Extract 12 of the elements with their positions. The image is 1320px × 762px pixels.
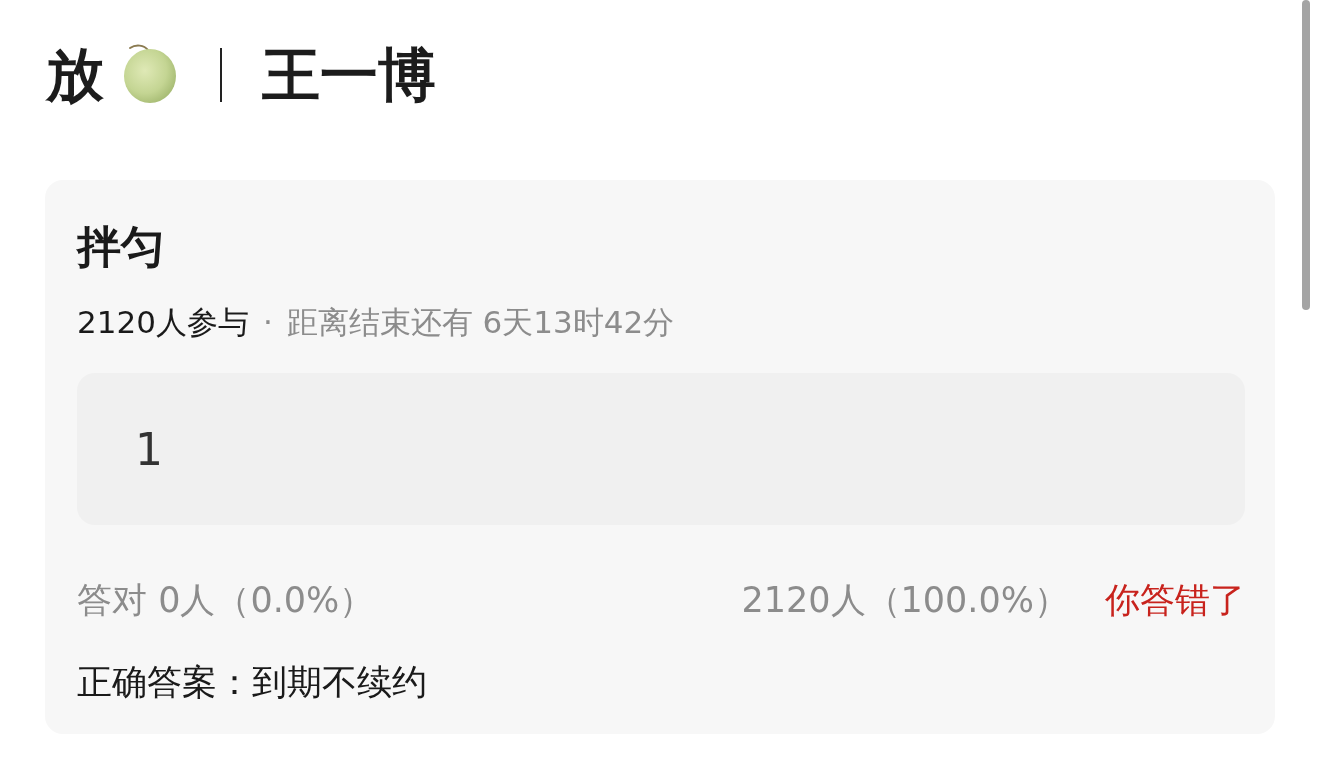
question-text: 拌匀	[77, 220, 166, 274]
title-text: 王一博	[262, 40, 436, 110]
scrollbar-thumb[interactable]	[1302, 0, 1310, 310]
participants-text: 2120人参与	[77, 303, 249, 342]
title-text: 放	[46, 40, 104, 110]
result-text: 你答错了	[1105, 579, 1245, 622]
correct-answer-text: 正确答案：到期不续约	[77, 661, 428, 704]
separator-dot: ·	[262, 303, 273, 342]
answer-box: 1	[77, 373, 1245, 525]
wrong-count-text: 2120人（100.0%）	[741, 579, 1069, 622]
correct-count-text: 答对 0人（0.0%）	[77, 579, 375, 622]
countdown-text: 距离结束还有 6天13时42分	[286, 303, 675, 342]
